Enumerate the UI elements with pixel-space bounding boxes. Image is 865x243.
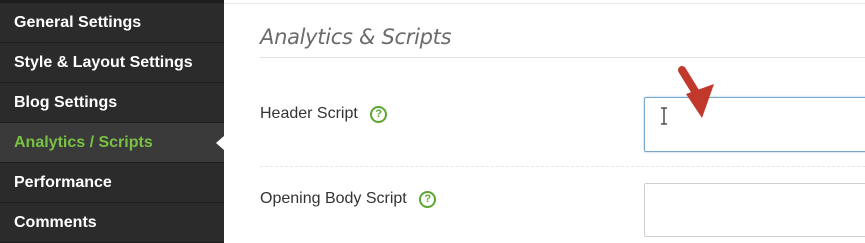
top-divider	[224, 3, 865, 4]
question-circle-icon[interactable]: ?	[370, 106, 388, 123]
sidebar-item-performance[interactable]: Performance	[0, 163, 224, 202]
sidebar-item-general-settings[interactable]: General Settings	[0, 3, 224, 42]
text-cursor-icon	[661, 107, 667, 125]
sidebar-item-blog-settings[interactable]: Blog Settings	[0, 83, 224, 122]
sidebar-item-analytics-scripts[interactable]: Analytics / Scripts	[0, 123, 224, 162]
opening-body-script-label: Opening Body Script	[260, 190, 407, 207]
opening-body-script-input[interactable]	[644, 183, 865, 237]
header-script-label-row: Header Script ?	[260, 105, 388, 123]
question-circle-icon[interactable]: ?	[419, 191, 437, 208]
header-script-label: Header Script	[260, 105, 358, 122]
row-divider	[260, 166, 865, 167]
opening-body-script-label-row: Opening Body Script ?	[260, 190, 437, 208]
red-arrow-icon	[678, 66, 714, 118]
title-divider	[260, 57, 865, 58]
sidebar-item-style-layout-settings[interactable]: Style & Layout Settings	[0, 43, 224, 82]
section-title: Analytics & Scripts	[260, 25, 452, 49]
settings-sidebar: General Settings Style & Layout Settings…	[0, 0, 224, 243]
settings-content: Analytics & Scripts Header Script ? Open…	[224, 0, 865, 243]
sidebar-item-comments[interactable]: Comments	[0, 203, 224, 242]
